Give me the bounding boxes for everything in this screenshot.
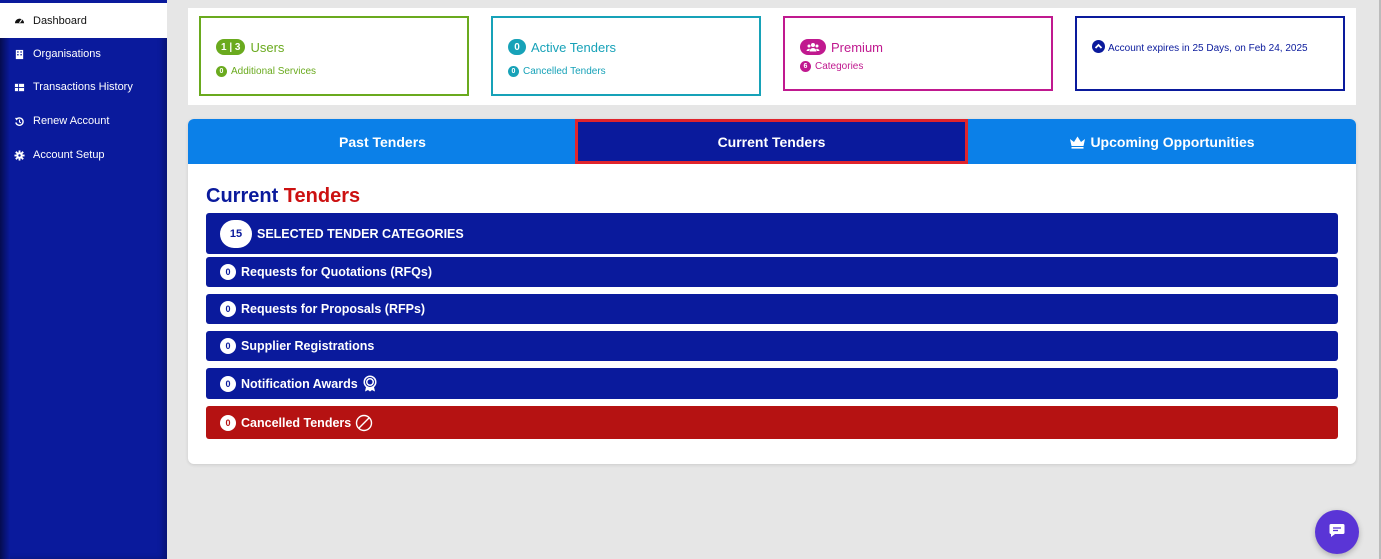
title-part2: Tenders [283, 185, 361, 207]
row-label: Supplier Registrations [241, 339, 375, 353]
tab-label: Current Tenders [717, 133, 826, 150]
history-icon [13, 115, 25, 127]
additional-services-label: Additional Services [231, 66, 317, 77]
sidebar-item-organisations[interactable]: Organisations [0, 37, 167, 71]
section-title: Current Tenders [206, 185, 360, 208]
crown-icon [1069, 135, 1086, 149]
stats-panel: 1 | 3 Users 0 Additional Services 0 Acti… [188, 8, 1356, 105]
active-tenders-card[interactable]: 0 Active Tenders 0 Cancelled Tenders [491, 16, 761, 96]
table-icon [13, 81, 25, 93]
additional-services-count: 0 [216, 66, 227, 77]
premium-label: Premium [831, 39, 884, 55]
sidebar: Dashboard Organisations Transactions His… [0, 0, 167, 559]
sidebar-item-transactions-history[interactable]: Transactions History [0, 70, 167, 104]
dashboard-icon [13, 15, 25, 27]
categories-label: Categories [815, 61, 864, 72]
rfp-row[interactable]: 0 Requests for Proposals (RFPs) [206, 294, 1338, 324]
users-title: 1 | 3 Users [216, 39, 284, 55]
title-part1: Current [206, 185, 279, 207]
chevron-up-icon [1092, 40, 1105, 53]
rfq-row[interactable]: 0 Requests for Quotations (RFQs) [206, 257, 1338, 287]
sidebar-item-label: Organisations [33, 48, 101, 60]
tab-current-tenders[interactable]: Current Tenders [575, 119, 968, 164]
row-label: Cancelled Tenders [241, 415, 352, 430]
row-label: SELECTED TENDER CATEGORIES [257, 226, 464, 241]
premium-categories: 6 Categories [800, 61, 863, 72]
additional-services: 0 Additional Services [216, 66, 316, 77]
ban-icon [355, 414, 373, 432]
gear-icon [13, 149, 25, 161]
chat-icon [1328, 521, 1346, 544]
users-group-icon [800, 39, 826, 55]
rfq-count-badge: 0 [220, 264, 236, 280]
account-expiry-text: Account expires in 25 Days, on Feb 24, 2… [1108, 43, 1308, 54]
cancelled-tenders-row[interactable]: 0 Cancelled Tenders [206, 406, 1338, 439]
sidebar-item-label: Renew Account [33, 115, 110, 127]
premium-title: Premium [800, 39, 883, 55]
active-tenders-count: 0 [508, 39, 526, 55]
cancelled-tenders-label: Cancelled Tenders [523, 66, 606, 77]
tab-label: Past Tenders [339, 133, 426, 150]
awards-count-badge: 0 [220, 375, 236, 392]
supplier-registrations-row[interactable]: 0 Supplier Registrations [206, 331, 1338, 361]
active-tenders-title: 0 Active Tenders [508, 39, 616, 55]
sidebar-item-renew-account[interactable]: Renew Account [0, 104, 167, 138]
supplier-count-badge: 0 [220, 338, 236, 354]
sidebar-item-dashboard[interactable]: Dashboard [0, 0, 167, 38]
tenders-tabs: Past Tenders Current Tenders Upcoming Op… [188, 119, 1356, 164]
account-expiry: Account expires in 25 Days, on Feb 24, 2… [1092, 40, 1332, 57]
tenders-card: Past Tenders Current Tenders Upcoming Op… [188, 119, 1356, 464]
cancelled-count-badge: 0 [220, 414, 236, 431]
categories-count: 6 [800, 61, 811, 72]
rfp-count-badge: 0 [220, 301, 236, 317]
award-icon [362, 375, 378, 392]
cancelled-tenders-stat: 0 Cancelled Tenders [508, 66, 606, 77]
tab-label: Upcoming Opportunities [1090, 133, 1255, 150]
sidebar-item-label: Account Setup [33, 149, 105, 161]
row-label: Requests for Quotations (RFQs) [241, 265, 432, 279]
selected-tender-categories-row[interactable]: 15 SELECTED TENDER CATEGORIES [206, 213, 1338, 254]
cancelled-tenders-count: 0 [508, 66, 519, 77]
building-icon [13, 48, 25, 60]
categories-count-badge: 15 [220, 219, 252, 248]
notification-awards-row[interactable]: 0 Notification Awards [206, 368, 1338, 399]
users-label: Users [250, 39, 285, 55]
sidebar-item-label: Transactions History [33, 81, 133, 93]
users-count-badge: 1 | 3 [216, 39, 246, 55]
users-card[interactable]: 1 | 3 Users 0 Additional Services [199, 16, 469, 96]
active-tenders-label: Active Tenders [531, 39, 617, 55]
sidebar-item-account-setup[interactable]: Account Setup [0, 138, 167, 172]
row-label: Notification Awards [241, 376, 358, 391]
sidebar-item-label: Dashboard [33, 14, 87, 27]
tab-past-tenders[interactable]: Past Tenders [188, 119, 577, 164]
premium-card[interactable]: Premium 6 Categories [783, 16, 1053, 91]
tab-upcoming-opportunities[interactable]: Upcoming Opportunities [968, 119, 1356, 164]
chat-button[interactable] [1315, 510, 1359, 554]
account-expiry-card[interactable]: Account expires in 25 Days, on Feb 24, 2… [1075, 16, 1345, 91]
row-label: Requests for Proposals (RFPs) [241, 302, 426, 316]
